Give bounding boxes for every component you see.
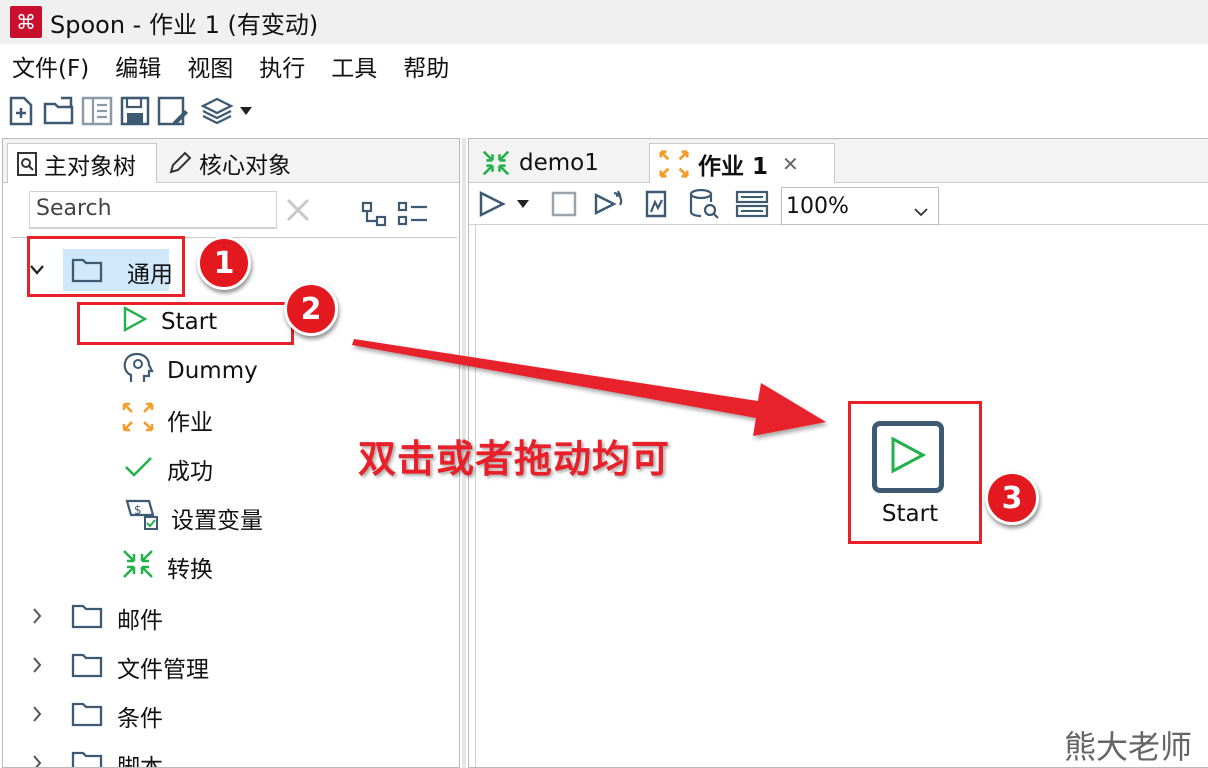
- menu-tools[interactable]: 工具: [331, 47, 377, 85]
- tree-item-success-label: 成功: [167, 459, 213, 485]
- new-file-icon[interactable]: [4, 94, 38, 128]
- menu-edit[interactable]: 编辑: [115, 47, 161, 85]
- editor-toolbar: 100%: [469, 183, 1208, 225]
- search-tree-icon: [16, 151, 38, 177]
- tree-item-success[interactable]: 成功: [121, 446, 213, 492]
- folder-mail-label: 邮件: [117, 608, 163, 634]
- folder-file-management[interactable]: 文件管理: [25, 642, 285, 688]
- open-file-icon[interactable]: [42, 94, 76, 128]
- tab-demo1[interactable]: demo1: [475, 143, 647, 183]
- clear-search-icon[interactable]: [281, 193, 315, 227]
- editor-tab-bar: demo1 作业 1 ✕: [469, 139, 1208, 183]
- layers-dropdown-icon[interactable]: [238, 94, 254, 128]
- run-dropdown-icon[interactable]: [513, 187, 533, 221]
- folder-scripts[interactable]: 脚本: [25, 740, 285, 768]
- save-icon[interactable]: [118, 94, 152, 128]
- folder-icon: [71, 652, 103, 684]
- folder-conditions[interactable]: 条件: [25, 691, 285, 737]
- dummy-head-icon: [121, 351, 155, 391]
- transformation-icon: [481, 149, 511, 177]
- chevron-right-icon[interactable]: [25, 657, 49, 673]
- annotation-text: 双击或者拖动均可: [358, 436, 671, 481]
- job-icon: [121, 401, 155, 439]
- replay-icon[interactable]: [591, 187, 625, 221]
- step-badge-1: 1: [197, 236, 251, 290]
- list-view-icon[interactable]: [397, 199, 429, 229]
- checkmark-icon: [121, 452, 155, 486]
- canvas-start-node[interactable]: [872, 421, 944, 493]
- zoom-value: 100%: [786, 193, 849, 219]
- zoom-select[interactable]: 100%: [781, 187, 939, 225]
- step-badge-3: 3: [985, 471, 1039, 525]
- chevron-down-icon: [914, 198, 928, 223]
- chevron-right-icon[interactable]: [25, 706, 49, 722]
- menu-file[interactable]: 文件(F): [12, 47, 89, 85]
- tree-item-dummy-label: Dummy: [167, 358, 258, 384]
- chevron-right-icon[interactable]: [25, 755, 49, 767]
- job-icon: [658, 149, 690, 179]
- window-title: Spoon - 作业 1 (有变动): [50, 10, 319, 39]
- tab-main-tree-label: 主对象树: [44, 153, 136, 180]
- folder-scripts-label: 脚本: [117, 755, 163, 768]
- menu-bar: 文件(F) 编辑 视图 执行 工具 帮助: [0, 44, 1208, 88]
- tab-core-objects-label: 核心对象: [199, 153, 291, 179]
- folder-icon: [71, 603, 103, 635]
- run-icon[interactable]: [475, 187, 509, 221]
- tab-job-1-label: 作业 1: [698, 153, 769, 180]
- spoon-app-icon: ⌘: [10, 6, 42, 38]
- tree-item-job-label: 作业: [167, 410, 213, 436]
- menu-help[interactable]: 帮助: [403, 47, 449, 85]
- folder-mail[interactable]: 邮件: [25, 593, 285, 639]
- explore-db-icon[interactable]: [735, 187, 769, 221]
- menu-view[interactable]: 视图: [187, 47, 233, 85]
- layers-icon[interactable]: [200, 94, 234, 128]
- chevron-right-icon[interactable]: [25, 608, 49, 624]
- explore-repository-icon[interactable]: [80, 94, 114, 128]
- tree-item-set-variables[interactable]: $ 设置变量: [121, 495, 263, 541]
- folder-icon: [71, 701, 103, 733]
- tree-item-transformation[interactable]: 转换: [121, 544, 213, 590]
- folder-icon: [71, 750, 103, 767]
- folder-conditions-label: 条件: [117, 706, 163, 732]
- canvas-start-label: Start: [881, 501, 939, 527]
- expand-collapse-icon[interactable]: [359, 199, 391, 229]
- job-canvas[interactable]: [475, 225, 1208, 767]
- tree-item-job[interactable]: 作业: [121, 397, 213, 443]
- menu-run[interactable]: 执行: [259, 47, 305, 85]
- sql-database-icon[interactable]: [687, 187, 721, 221]
- pencil-icon: [167, 150, 193, 176]
- tree-item-dummy[interactable]: Dummy: [121, 348, 258, 394]
- stop-icon[interactable]: [547, 187, 581, 221]
- tree-item-set-variables-label: 设置变量: [171, 508, 263, 534]
- save-as-icon[interactable]: [156, 94, 190, 128]
- start-icon: [888, 435, 928, 479]
- transformation-icon: [121, 548, 155, 586]
- tab-job-1[interactable]: 作业 1 ✕: [649, 143, 835, 183]
- set-variables-icon: $: [121, 497, 159, 539]
- tab-demo1-label: demo1: [519, 150, 599, 176]
- tab-main-tree[interactable]: 主对象树: [7, 143, 157, 183]
- search-input[interactable]: Search: [29, 191, 277, 229]
- svg-text:$: $: [134, 503, 142, 517]
- folder-file-management-label: 文件管理: [117, 657, 209, 683]
- left-tab-bar: 主对象树 核心对象: [3, 139, 459, 183]
- step-badge-2: 2: [284, 282, 338, 336]
- title-bar: ⌘ Spoon - 作业 1 (有变动): [0, 0, 1208, 44]
- highlight-box-general: [27, 236, 185, 297]
- close-tab-icon[interactable]: ✕: [782, 152, 799, 176]
- highlight-box-start: [77, 302, 294, 345]
- watermark: 熊大老师: [1064, 728, 1193, 766]
- tree-item-transformation-label: 转换: [167, 557, 213, 583]
- check-job-icon[interactable]: [639, 187, 673, 221]
- main-toolbar: [0, 88, 1208, 134]
- tab-core-objects[interactable]: 核心对象: [159, 143, 319, 183]
